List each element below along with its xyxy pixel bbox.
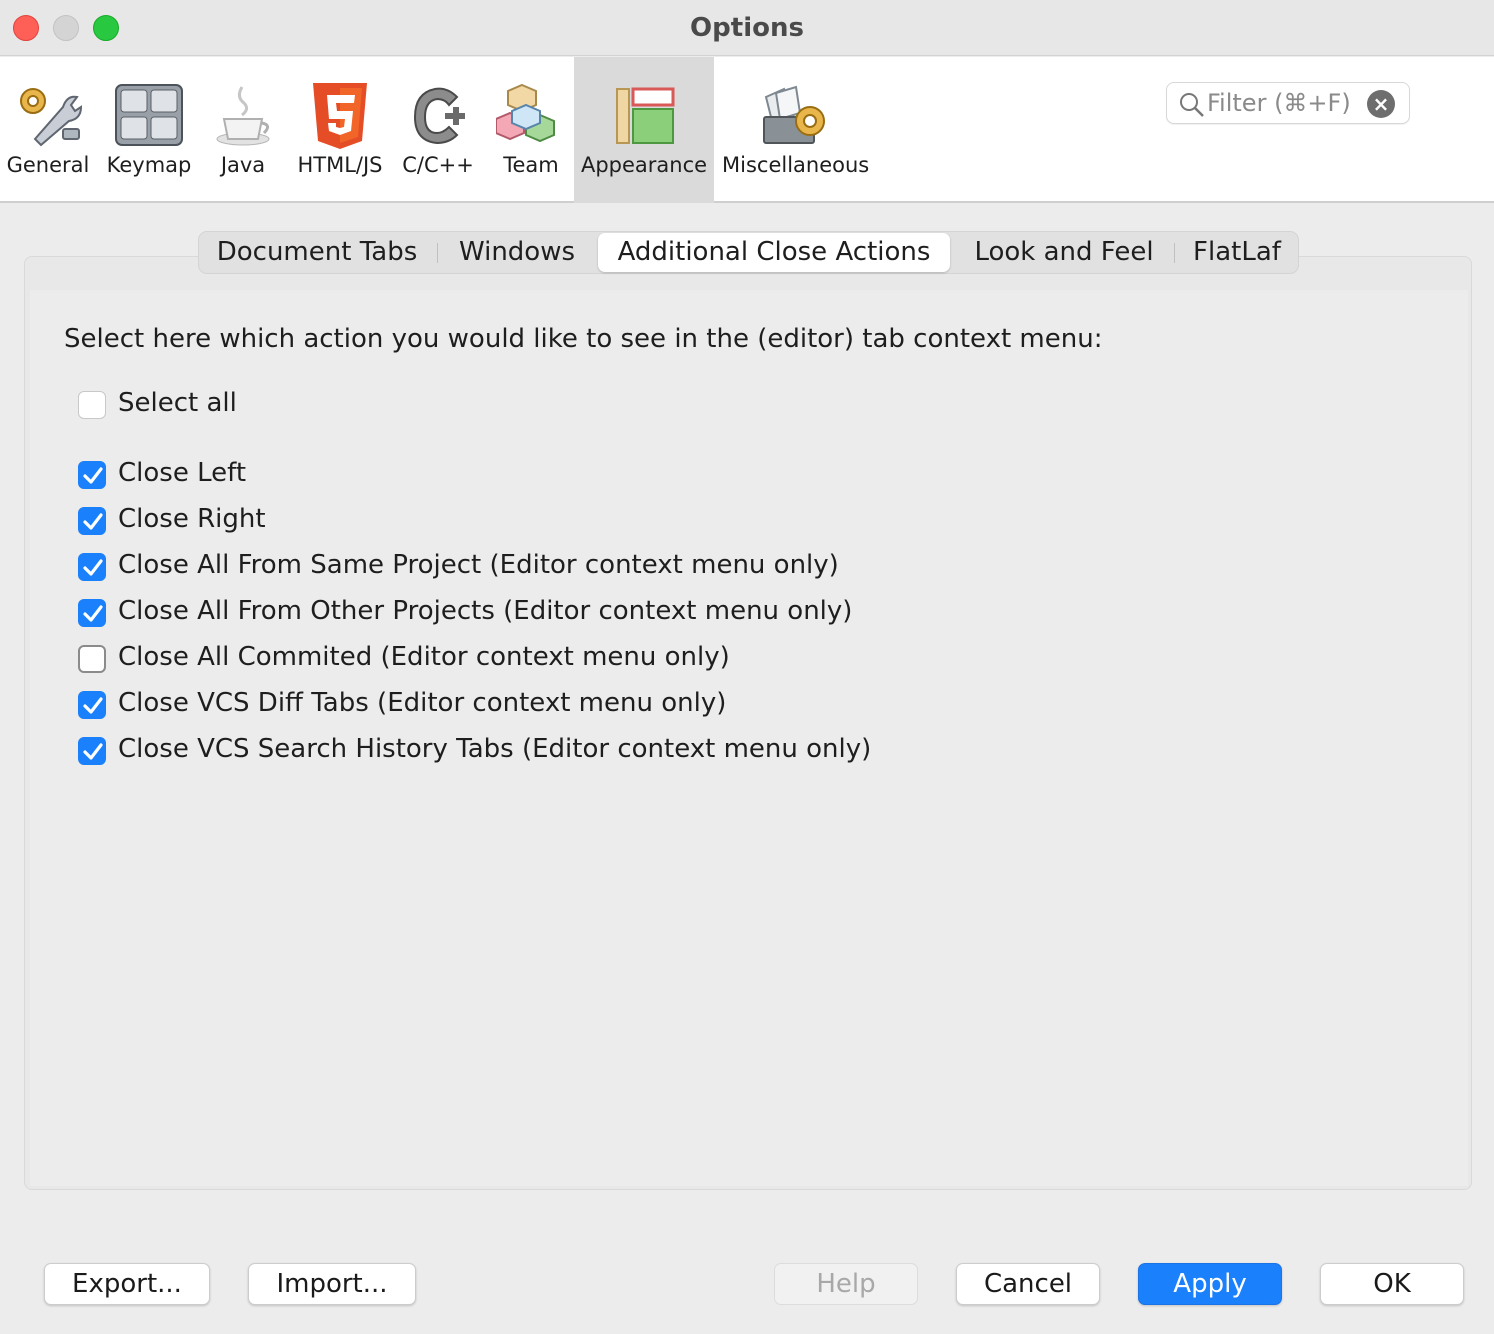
- close-left-checkbox[interactable]: [78, 461, 106, 489]
- checkbox-label: Close Left: [118, 458, 247, 488]
- options-category-toolbar: General Keymap Java HTML/JS C/C++ Team A…: [0, 57, 1494, 203]
- checkbox-label: Close All From Same Project (Editor cont…: [118, 550, 839, 580]
- checkbox-label: Close All From Other Projects (Editor co…: [118, 596, 853, 626]
- close-all-commited-checkbox[interactable]: [78, 645, 106, 673]
- category-team[interactable]: Team: [490, 57, 572, 203]
- category-label: General: [6, 153, 90, 177]
- filter-input[interactable]: [1207, 87, 1367, 119]
- checkbox-label: Close Right: [118, 504, 266, 534]
- category-label: Miscellaneous: [722, 153, 870, 177]
- tab-separator: [437, 243, 438, 263]
- filter-field[interactable]: ×: [1166, 82, 1410, 124]
- team-cubes-icon: [496, 83, 555, 143]
- category-label: Keymap: [106, 153, 192, 177]
- select-all-checkbox[interactable]: [78, 391, 106, 419]
- ok-button[interactable]: OK: [1320, 1263, 1464, 1305]
- close-all-same-project-checkbox[interactable]: [78, 553, 106, 581]
- keyboard-icon: [115, 84, 183, 146]
- appearance-tab-bar: Document Tabs Windows Additional Close A…: [198, 231, 1299, 274]
- tab-windows[interactable]: Windows: [439, 232, 595, 273]
- category-miscellaneous[interactable]: Miscellaneous: [722, 57, 870, 203]
- checkmark-icon: [83, 513, 103, 530]
- checkbox-label: Close VCS Search History Tabs (Editor co…: [118, 734, 872, 764]
- tab-flatlaf[interactable]: FlatLaf: [1176, 232, 1298, 273]
- close-vcs-search-history-tabs-checkbox[interactable]: [78, 737, 106, 765]
- category-label: Team: [503, 153, 559, 177]
- category-html-js[interactable]: HTML/JS: [292, 57, 388, 203]
- checkmark-icon: [83, 697, 103, 714]
- cpp-icon: [413, 87, 465, 145]
- checkbox-label: Close All Commited (Editor context menu …: [118, 642, 730, 672]
- category-label: C/C++: [402, 153, 474, 177]
- clear-filter-icon[interactable]: ×: [1367, 90, 1395, 118]
- category-label: Java: [220, 153, 266, 177]
- html5-icon: [313, 83, 367, 149]
- window-title: Options: [690, 13, 804, 43]
- tab-separator: [1174, 243, 1175, 263]
- checkmark-icon: [83, 743, 103, 760]
- category-label: HTML/JS: [297, 153, 383, 177]
- category-java[interactable]: Java: [202, 57, 284, 203]
- tab-look-and-feel[interactable]: Look and Feel: [954, 232, 1174, 273]
- java-cup-icon: [216, 86, 270, 146]
- checkmark-icon: [83, 605, 103, 622]
- checkmark-icon: [83, 467, 103, 484]
- close-right-checkbox[interactable]: [78, 507, 106, 535]
- close-all-other-projects-checkbox[interactable]: [78, 599, 106, 627]
- category-appearance[interactable]: Appearance: [574, 57, 714, 203]
- category-label: Appearance: [580, 153, 708, 177]
- misc-folder-gear-icon: [763, 85, 825, 144]
- title-bar: Options: [0, 0, 1494, 56]
- tab-document-tabs[interactable]: Document Tabs: [199, 232, 435, 273]
- appearance-layout-icon: [616, 87, 675, 144]
- category-keymap[interactable]: Keymap: [100, 57, 198, 203]
- instruction-text: Select here which action you would like …: [64, 324, 1103, 354]
- category-general[interactable]: General: [0, 57, 96, 203]
- apply-button[interactable]: Apply: [1138, 1263, 1282, 1305]
- import-button[interactable]: Import...: [248, 1263, 416, 1305]
- checkbox-label: Select all: [118, 388, 237, 418]
- search-icon: [1180, 93, 1204, 117]
- cancel-button[interactable]: Cancel: [956, 1263, 1100, 1305]
- category-cpp[interactable]: C/C++: [396, 57, 480, 203]
- checkbox-label: Close VCS Diff Tabs (Editor context menu…: [118, 688, 727, 718]
- tab-additional-close-actions[interactable]: Additional Close Actions: [598, 233, 950, 272]
- help-button[interactable]: Help: [774, 1263, 918, 1305]
- close-vcs-diff-tabs-checkbox[interactable]: [78, 691, 106, 719]
- checkmark-icon: [83, 559, 103, 576]
- general-gear-wrench-icon: [20, 88, 83, 147]
- export-button[interactable]: Export...: [44, 1263, 210, 1305]
